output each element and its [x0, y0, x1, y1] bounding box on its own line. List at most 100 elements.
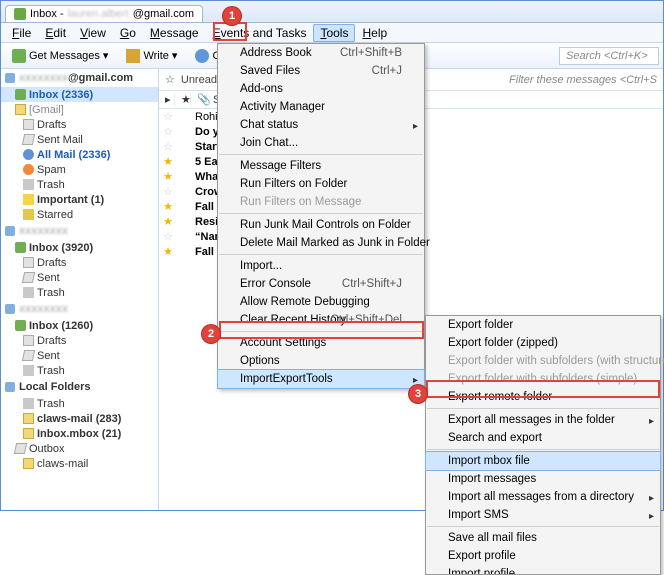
menu-item-run-filters-on-folder[interactable]: Run Filters on Folder [218, 175, 424, 193]
folder-inboxmbox[interactable]: Inbox.mbox (21) [1, 426, 158, 441]
menu-item-activity-manager[interactable]: Activity Manager [218, 98, 424, 116]
folder-all[interactable]: All Mail (2336) [1, 147, 158, 162]
star-icon[interactable]: ★ [159, 155, 177, 168]
folder-drafts[interactable]: Drafts [1, 255, 158, 270]
star-icon[interactable]: ☆ [159, 185, 177, 198]
menu-item-address-book[interactable]: Address BookCtrl+Shift+B [218, 44, 424, 62]
menu-bar: FileEditViewGoMessageEvents and TasksToo… [1, 23, 663, 43]
trash-icon [23, 179, 34, 190]
folder-trash[interactable]: Trash [1, 363, 158, 378]
filter-input[interactable]: Filter these messages <Ctrl+S [509, 74, 657, 86]
star-icon[interactable]: ★ [159, 215, 177, 228]
unread-filter[interactable]: Unread [181, 74, 217, 86]
folder-drafts[interactable]: Drafts [1, 117, 158, 132]
menu-item-allow-remote-debugging[interactable]: Allow Remote Debugging [218, 293, 424, 311]
folder-starred[interactable]: Starred [1, 207, 158, 222]
filter-icon[interactable]: ☆ [165, 73, 175, 86]
folder-inbox[interactable]: Inbox (1260) [1, 318, 158, 333]
menu-item-search-and-export[interactable]: Search and export [426, 429, 660, 447]
menu-item-import-mbox-file[interactable]: Import mbox file [426, 452, 660, 470]
menu-events-and-tasks[interactable]: Events and Tasks [206, 24, 314, 42]
folder-trash[interactable]: Trash [1, 177, 158, 192]
pencil-icon [126, 49, 140, 63]
callout-3: 3 [409, 385, 427, 403]
menu-item-error-console[interactable]: Error ConsoleCtrl+Shift+J [218, 275, 424, 293]
chevron-right-icon [649, 492, 654, 504]
col-star[interactable]: ★ [175, 93, 191, 106]
menu-item-clear-recent-history[interactable]: Clear Recent History...Ctrl+Shift+Del [218, 311, 424, 329]
folder-spam[interactable]: Spam [1, 162, 158, 177]
star-icon [23, 209, 34, 220]
folder-gmail[interactable]: [Gmail] [1, 102, 158, 117]
account-row[interactable]: xxxxxxxx [1, 222, 158, 240]
menu-item-run-junk-mail-controls-on-folder[interactable]: Run Junk Mail Controls on Folder [218, 216, 424, 234]
account-row[interactable]: Local Folders [1, 378, 158, 396]
folder-clawsmail[interactable]: claws-mail (283) [1, 411, 158, 426]
menu-item-import-sms[interactable]: Import SMS [426, 506, 660, 524]
menu-item-export-folder-with-subfolders-simple: Export folder with subfolders (simple) [426, 370, 660, 388]
sent-icon [22, 350, 35, 361]
menu-item-import-messages[interactable]: Import messages [426, 470, 660, 488]
folder-sent[interactable]: Sent Mail [1, 132, 158, 147]
menu-item-export-folder-zipped[interactable]: Export folder (zipped) [426, 334, 660, 352]
folder-important[interactable]: Important (1) [1, 192, 158, 207]
menu-item-account-settings[interactable]: Account Settings [218, 334, 424, 352]
account-row[interactable]: xxxxxxxx@gmail.com [1, 69, 158, 87]
folder-icon [15, 104, 26, 115]
menu-item-add-ons[interactable]: Add-ons [218, 80, 424, 98]
trash-icon [23, 365, 34, 376]
draft-icon [23, 119, 34, 130]
menu-message[interactable]: Message [143, 24, 206, 42]
menu-item-save-all-mail-files[interactable]: Save all mail files [426, 529, 660, 547]
star-icon[interactable]: ☆ [159, 230, 177, 243]
menu-item-join-chat[interactable]: Join Chat... [218, 134, 424, 152]
menu-view[interactable]: View [73, 24, 113, 42]
menu-item-export-folder-with-subfolders-with-structure: Export folder with subfolders (with stru… [426, 352, 660, 370]
window-tab[interactable]: Inbox - lauren.albert @gmail.com [5, 5, 203, 22]
menu-item-export-remote-folder[interactable]: Export remote folder [426, 388, 660, 406]
menu-item-importexporttools[interactable]: ImportExportTools [218, 370, 424, 388]
mail-icon [14, 8, 26, 20]
folder-trash[interactable]: Trash [1, 285, 158, 300]
menu-go[interactable]: Go [113, 24, 143, 42]
folder-outbox[interactable]: Outbox [1, 441, 158, 456]
menu-item-import-all-messages-from-a-directory[interactable]: Import all messages from a directory [426, 488, 660, 506]
folder-trash[interactable]: Trash [1, 396, 158, 411]
get-messages-button[interactable]: Get Messages ▾ [5, 46, 115, 66]
write-button[interactable]: Write ▾ [119, 46, 184, 66]
menu-item-saved-files[interactable]: Saved FilesCtrl+J [218, 62, 424, 80]
folder-icon [23, 458, 34, 469]
folder-inbox[interactable]: Inbox (3920) [1, 240, 158, 255]
draft-icon [23, 257, 34, 268]
folder-sent[interactable]: Sent [1, 348, 158, 363]
star-icon[interactable]: ☆ [159, 110, 177, 123]
star-icon[interactable]: ☆ [159, 140, 177, 153]
menu-tools[interactable]: Tools [313, 24, 355, 42]
star-icon[interactable]: ☆ [159, 125, 177, 138]
tab-title: Inbox - [30, 8, 64, 20]
folder-inbox[interactable]: Inbox (2336) [1, 87, 158, 102]
col-thread[interactable]: ▸ [159, 93, 175, 106]
menu-item-export-folder[interactable]: Export folder [426, 316, 660, 334]
menu-item-message-filters[interactable]: Message Filters [218, 157, 424, 175]
menu-item-import-profile[interactable]: Import profile [426, 565, 660, 574]
folder-drafts[interactable]: Drafts [1, 333, 158, 348]
star-icon[interactable]: ★ [159, 245, 177, 258]
menu-item-export-all-messages-in-the-folder[interactable]: Export all messages in the folder [426, 411, 660, 429]
search-input[interactable]: Search <Ctrl+K> [559, 47, 659, 65]
account-row[interactable]: xxxxxxxx [1, 300, 158, 318]
menu-help[interactable]: Help [355, 24, 394, 42]
col-attach[interactable]: 📎 [191, 93, 207, 106]
menu-item-options[interactable]: Options [218, 352, 424, 370]
menu-item-chat-status[interactable]: Chat status [218, 116, 424, 134]
menu-item-delete-mail-marked-as-junk-in-folder[interactable]: Delete Mail Marked as Junk in Folder [218, 234, 424, 252]
chevron-right-icon [649, 510, 654, 522]
menu-item-export-profile[interactable]: Export profile [426, 547, 660, 565]
menu-file[interactable]: File [5, 24, 38, 42]
menu-item-import[interactable]: Import... [218, 257, 424, 275]
star-icon[interactable]: ★ [159, 170, 177, 183]
menu-edit[interactable]: Edit [38, 24, 73, 42]
folder-sent[interactable]: Sent [1, 270, 158, 285]
star-icon[interactable]: ★ [159, 200, 177, 213]
folder-clawsmail[interactable]: claws-mail [1, 456, 158, 471]
